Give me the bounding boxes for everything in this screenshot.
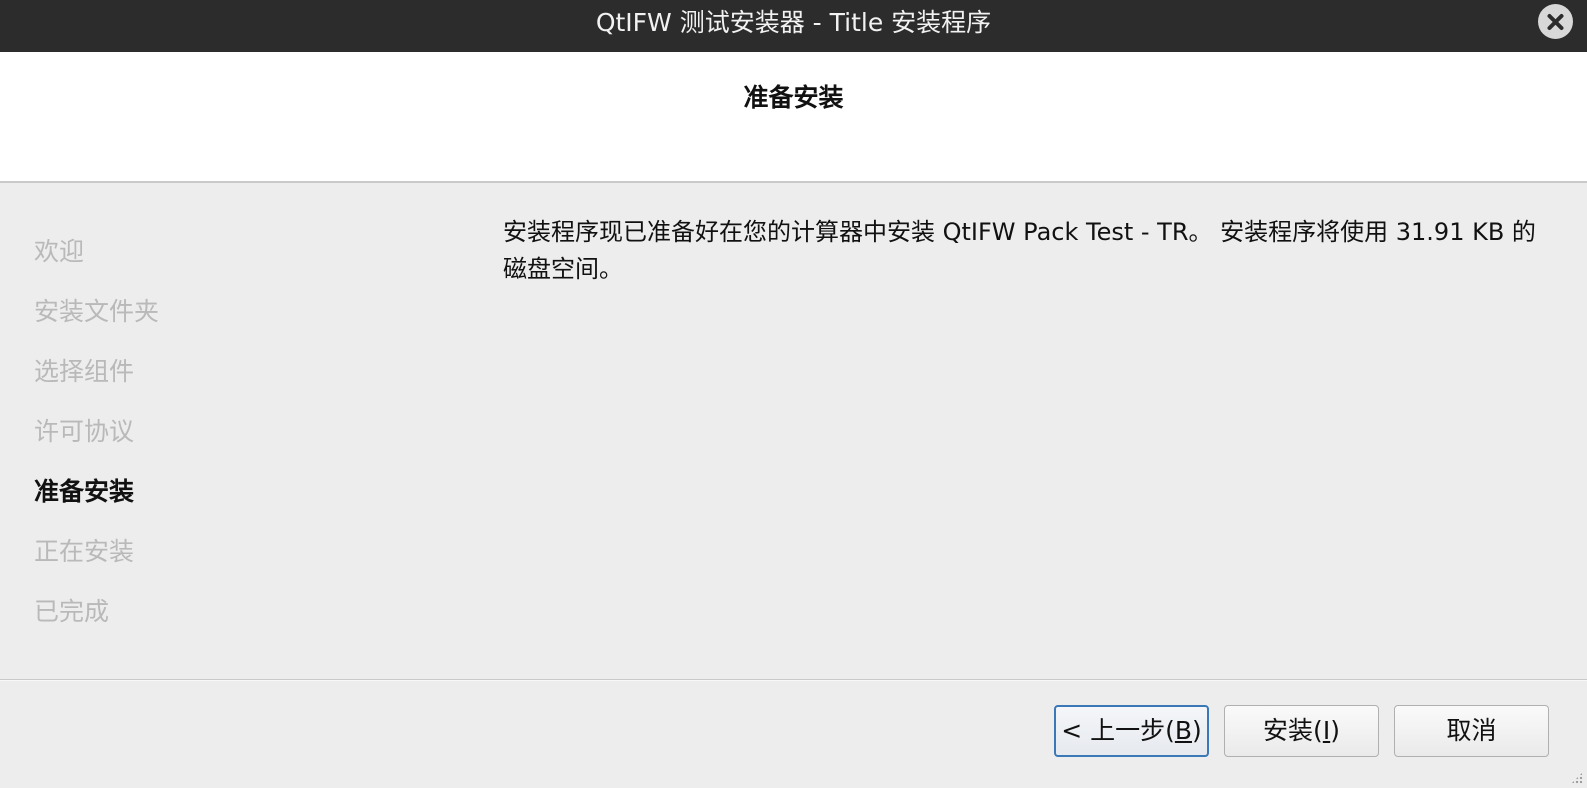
- step-ready-to-install: 准备安装: [34, 477, 135, 506]
- steps-sidebar: 欢迎 安装文件夹 选择组件 许可协议 准备安装 正在安装 已完成: [34, 222, 454, 642]
- step-installing: 正在安装: [34, 537, 135, 566]
- close-icon[interactable]: [1538, 4, 1573, 39]
- back-button-mnemonic: B: [1174, 716, 1193, 745]
- step-install-folder: 安装文件夹: [34, 297, 160, 326]
- resize-grip-icon[interactable]: [1571, 772, 1583, 784]
- footer-divider-highlight: [0, 680, 1587, 681]
- install-button[interactable]: 安装(I): [1224, 705, 1379, 757]
- title-bar[interactable]: QtIFW 测试安装器 - Title 安装程序: [0, 0, 1587, 52]
- install-button-label-suffix: ): [1330, 716, 1340, 745]
- step-finished: 已完成: [34, 597, 110, 626]
- window-title: QtIFW 测试安装器 - Title 安装程序: [595, 8, 992, 37]
- back-button-label-prefix: < 上一步(: [1061, 716, 1175, 745]
- step-welcome: 欢迎: [34, 237, 85, 266]
- page-title: 准备安装: [743, 83, 844, 112]
- page-header: 准备安装: [0, 52, 1587, 183]
- back-button[interactable]: < 上一步(B): [1054, 705, 1209, 757]
- install-button-label-prefix: 安装(: [1263, 716, 1323, 745]
- step-license-agreement: 许可协议: [34, 417, 135, 446]
- cancel-button[interactable]: 取消: [1394, 705, 1549, 757]
- ready-message: 安装程序现已准备好在您的计算器中安装 QtIFW Pack Test - TR。…: [503, 218, 1536, 283]
- back-button-label-suffix: ): [1192, 716, 1202, 745]
- step-select-components: 选择组件: [34, 357, 135, 386]
- installer-window: QtIFW 测试安装器 - Title 安装程序 准备安装 欢迎 安装文件夹 选…: [0, 0, 1587, 788]
